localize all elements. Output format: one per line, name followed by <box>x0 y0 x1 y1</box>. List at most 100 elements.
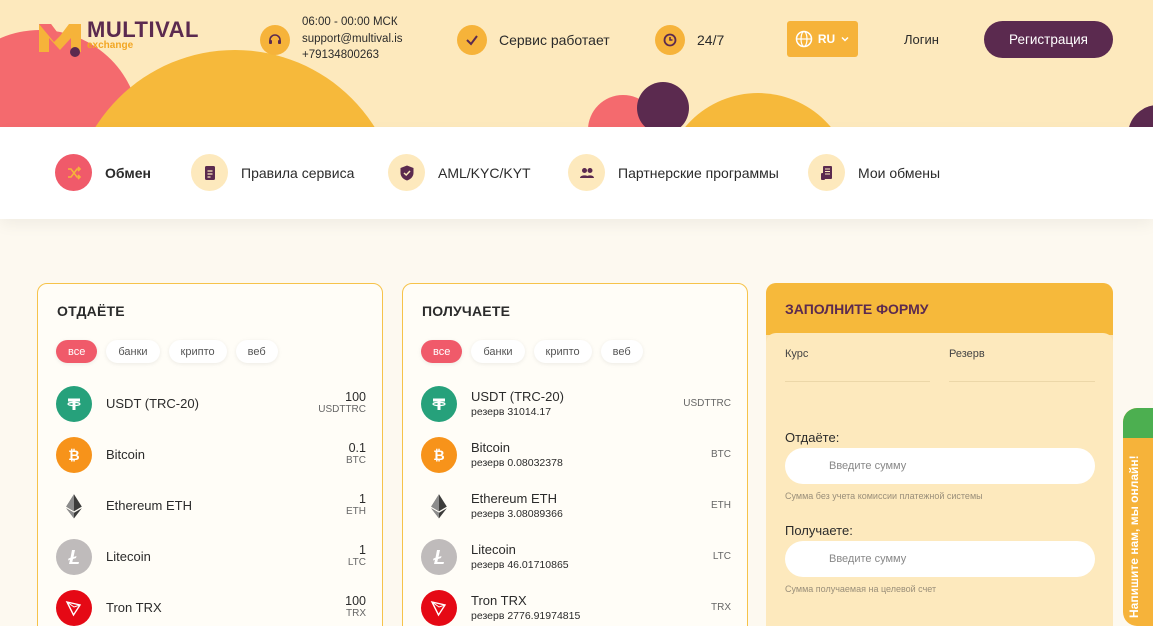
bitcoin-icon: ₿ <box>56 437 92 473</box>
reserve-label: Резерв <box>949 348 985 360</box>
nav-label: Правила сервиса <box>241 164 355 181</box>
currency-name: Litecoin <box>106 549 151 564</box>
currency-name: Litecoin <box>471 542 516 557</box>
currency-name: USDT (TRC-20) <box>471 389 564 404</box>
currency-item-trx[interactable]: Tron TRX 100 TRX <box>56 589 366 626</box>
working-hours: 06:00 - 00:00 МСК <box>302 16 398 28</box>
chat-widget[interactable]: Напишите нам, мы онлайн! <box>1123 408 1153 626</box>
ethereum-icon <box>56 488 92 524</box>
receive-filters: все банки крипто веб <box>421 340 643 363</box>
receipt-icon <box>808 154 845 191</box>
filter-banks[interactable]: банки <box>471 340 525 363</box>
currency-code: TRX <box>711 602 731 613</box>
tether-icon <box>421 386 457 422</box>
logo-icon <box>37 18 83 58</box>
rate-label: Курс <box>785 348 809 360</box>
currency-amount: 100 <box>345 594 366 608</box>
receive-panel: ПОЛУЧАЕТЕ все банки крипто веб USDT (TRC… <box>402 283 748 626</box>
currency-reserve: резерв 0.08032378 <box>471 457 563 469</box>
nav-item-rules[interactable]: Правила сервиса <box>191 154 354 191</box>
nav-item-my-exchanges[interactable]: Мои обмены <box>808 154 940 191</box>
header: MULTIVAL exchange 06:00 - 00:00 МСК supp… <box>0 0 1153 127</box>
language-select[interactable]: RU <box>787 21 858 57</box>
currency-item-ltc[interactable]: Litecoin 1 LTC <box>56 538 366 576</box>
currency-reserve: резерв 3.08089366 <box>471 508 563 520</box>
register-button[interactable]: Регистрация <box>984 21 1113 58</box>
filter-all[interactable]: все <box>56 340 98 363</box>
currency-code: USDTTRC <box>683 398 731 409</box>
filter-banks[interactable]: банки <box>106 340 160 363</box>
filter-crypto[interactable]: крипто <box>168 340 227 363</box>
nav-item-partners[interactable]: Партнерские программы <box>568 154 779 191</box>
currency-amount: 1 <box>359 543 366 557</box>
receive-amount-input[interactable]: Введите сумму <box>785 541 1095 577</box>
currency-code: BTC <box>346 455 366 466</box>
nav-label: Мои обмены <box>858 164 941 181</box>
currency-name: Bitcoin <box>106 447 146 462</box>
nav-item-aml[interactable]: AML/KYC/KYT <box>388 154 531 191</box>
currency-item-eth[interactable]: Ethereum ETH резерв 3.08089366 ETH <box>421 487 731 525</box>
nav-label: AML/KYC/KYT <box>438 164 531 181</box>
logo-title: MULTIVAL <box>87 17 199 42</box>
currency-code: USDTTRC <box>318 404 366 415</box>
ethereum-icon <box>421 488 457 524</box>
main-nav: Обмен Правила сервиса AML/KYC/KYT Партне… <box>0 127 1153 219</box>
currency-code: LTC <box>347 557 366 568</box>
login-link[interactable]: Логин <box>904 32 939 47</box>
currency-reserve: резерв 31014.17 <box>471 406 552 418</box>
currency-amount: 0.1 <box>348 441 366 455</box>
chat-label: Напишите нам, мы онлайн! <box>1127 455 1141 618</box>
form-header: ЗАПОЛНИТЕ ФОРМУ <box>766 283 1113 335</box>
currency-item-eth[interactable]: Ethereum ETH 1 ETH <box>56 487 366 525</box>
filter-web[interactable]: веб <box>235 340 278 363</box>
tron-icon <box>421 590 457 626</box>
contact-info: 06:00 - 00:00 МСК support@multival.is +7… <box>302 14 403 64</box>
currency-item-trx[interactable]: Tron TRX резерв 2776.91974815 TRX <box>421 589 731 626</box>
currency-code: BTC <box>711 449 731 460</box>
currency-code: TRX <box>346 608 366 619</box>
form-body: Курс Резерв Отдаёте: Введите сумму Сумма… <box>766 333 1113 626</box>
decor-blob <box>663 93 853 127</box>
currency-item-btc[interactable]: ₿ Bitcoin 0.1 BTC <box>56 436 366 474</box>
give-filters: все банки крипто веб <box>56 340 278 363</box>
filter-all[interactable]: все <box>421 340 463 363</box>
currency-reserve: резерв 2776.91974815 <box>471 610 581 622</box>
currency-item-usdt[interactable]: USDT (TRC-20) резерв 31014.17 USDTTRC <box>421 385 731 423</box>
service-status: Сервис работает <box>499 32 610 48</box>
svg-text:₿: ₿ <box>433 448 444 464</box>
tether-icon <box>56 386 92 422</box>
reserve-field <box>949 381 1095 382</box>
give-title: ОТДАЁТЕ <box>57 303 125 319</box>
litecoin-icon <box>421 539 457 575</box>
document-icon <box>191 154 228 191</box>
currency-item-usdt[interactable]: USDT (TRC-20) 100 USDTTRC <box>56 385 366 423</box>
logo[interactable]: MULTIVAL exchange <box>37 18 199 58</box>
receive-amount-label: Получаете: <box>785 523 853 538</box>
currency-code: ETH <box>711 500 731 511</box>
receive-title: ПОЛУЧАЕТЕ <box>422 303 511 319</box>
form-title: ЗАПОЛНИТЕ ФОРМУ <box>785 301 929 317</box>
currency-code: ETH <box>346 506 366 517</box>
nav-item-exchange[interactable]: Обмен <box>55 154 151 191</box>
support-email[interactable]: support@multival.is <box>302 31 403 48</box>
support-phone[interactable]: +79134800263 <box>302 47 403 64</box>
nav-label: Партнерские программы <box>618 164 779 181</box>
give-amount-input[interactable]: Введите сумму <box>785 448 1095 484</box>
currency-name: Tron TRX <box>106 600 162 615</box>
rate-field <box>785 381 930 382</box>
currency-item-ltc[interactable]: Litecoin резерв 46.01710865 LTC <box>421 538 731 576</box>
filter-crypto[interactable]: крипто <box>533 340 592 363</box>
bitcoin-icon: ₿ <box>421 437 457 473</box>
svg-text:₿: ₿ <box>68 448 79 464</box>
decor-blob <box>637 82 689 127</box>
exchange-form: ЗАПОЛНИТЕ ФОРМУ Курс Резерв Отдаёте: Вве… <box>766 283 1113 626</box>
filter-web[interactable]: веб <box>600 340 643 363</box>
give-amount-label: Отдаёте: <box>785 430 840 445</box>
availability: 24/7 <box>697 32 725 48</box>
chevron-down-icon <box>841 36 849 42</box>
currency-code: LTC <box>712 551 731 562</box>
currency-name: Tron TRX <box>471 593 527 608</box>
currency-reserve: резерв 46.01710865 <box>471 559 569 571</box>
currency-item-btc[interactable]: ₿ Bitcoin резерв 0.08032378 BTC <box>421 436 731 474</box>
currency-name: Bitcoin <box>471 440 511 455</box>
